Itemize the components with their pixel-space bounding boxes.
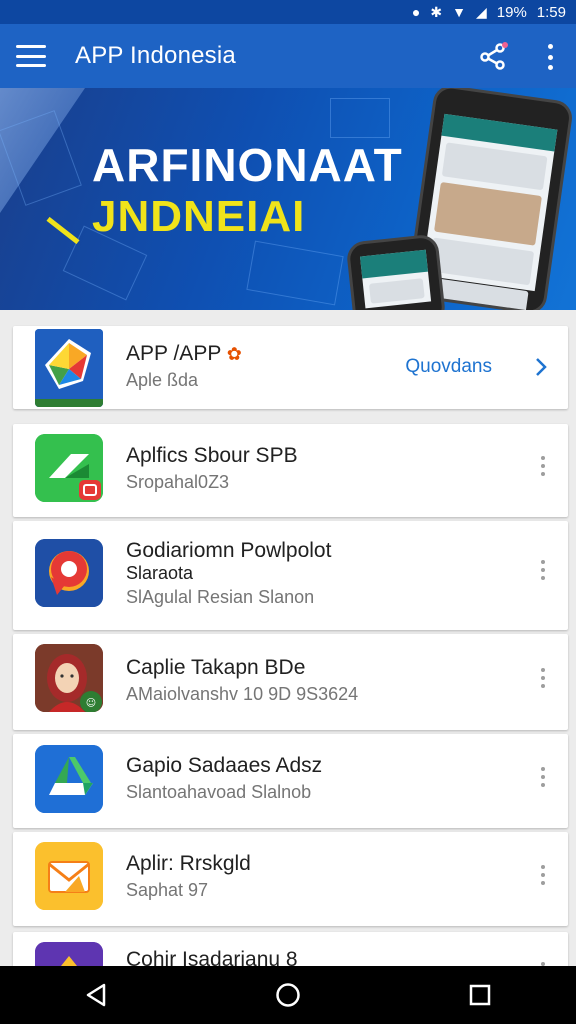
recents-icon[interactable] bbox=[460, 975, 500, 1015]
svg-text:☺: ☺ bbox=[86, 698, 96, 709]
item-menu-icon[interactable] bbox=[540, 767, 546, 787]
featured-action-link[interactable]: Quovdans bbox=[405, 356, 492, 378]
battery-level: 19% bbox=[496, 3, 527, 21]
featured-app-name: APP /APP ✿ bbox=[126, 342, 242, 365]
item-menu-icon[interactable] bbox=[540, 560, 546, 580]
app-name: Aplfics Sbour SPB bbox=[126, 444, 298, 467]
promo-banner[interactable]: ARFINONAAT JNDNEIAI bbox=[0, 88, 576, 310]
clock: 1:59 bbox=[536, 3, 566, 21]
list-item[interactable]: Gapio Sadaaes Adsz Slantoahavoad Slalnob bbox=[13, 734, 568, 828]
app-subtitle: SlAgulal Resian Slanon bbox=[126, 587, 315, 607]
chevron-right-icon[interactable] bbox=[534, 357, 548, 377]
system-nav-bar bbox=[0, 966, 576, 1024]
featured-app-subtitle: Aple ßda bbox=[126, 370, 199, 390]
list-item[interactable]: Godiariomn Powlpolot Slaraota SlAgulal R… bbox=[13, 521, 568, 630]
drive-icon bbox=[35, 745, 103, 813]
location-pin-icon bbox=[35, 539, 103, 607]
app-name: Caplie Takapn BDe bbox=[126, 656, 306, 679]
home-icon[interactable] bbox=[268, 975, 308, 1015]
flower-icon: ✿ bbox=[226, 344, 242, 364]
share-icon[interactable] bbox=[478, 42, 508, 70]
banner-decoration bbox=[46, 216, 80, 245]
sync-icon: ● bbox=[411, 4, 421, 20]
list-item[interactable]: Aplfics Sbour SPB Sropahal0Z3 bbox=[13, 424, 568, 517]
signal-icon: ◢ bbox=[475, 4, 487, 20]
app-name: Gapio Sadaaes Adsz bbox=[126, 754, 323, 777]
menu-icon[interactable] bbox=[16, 45, 46, 67]
app-subtitle: Sropahal0Z3 bbox=[126, 472, 230, 492]
banner-decoration bbox=[246, 240, 344, 306]
item-menu-icon[interactable] bbox=[540, 865, 546, 885]
status-bar: ● ✱ ▼ ◢ 19% 1:59 bbox=[0, 0, 576, 24]
app-logo-icon bbox=[35, 329, 103, 407]
banner-decoration bbox=[330, 98, 390, 138]
bluetooth-icon: ✱ bbox=[430, 4, 443, 20]
app-name-line2: Slaraota bbox=[126, 563, 194, 583]
wifi-icon: ▼ bbox=[452, 4, 466, 20]
item-menu-icon[interactable] bbox=[540, 456, 546, 476]
app-subtitle: AMaiolvanshv 10 9D 9S3624 bbox=[126, 684, 359, 704]
item-menu-icon[interactable] bbox=[540, 668, 546, 688]
banner-headline: ARFINONAAT bbox=[92, 139, 403, 191]
overflow-menu-icon[interactable] bbox=[544, 44, 556, 70]
phone-illustration bbox=[345, 233, 447, 310]
app-subtitle: Slantoahavoad Slalnob bbox=[126, 782, 312, 802]
back-icon[interactable] bbox=[76, 975, 116, 1015]
list-item[interactable]: ☺ Caplie Takapn BDe AMaiolvanshv 10 9D 9… bbox=[13, 634, 568, 730]
featured-app-card[interactable]: APP /APP ✿ Aple ßda Quovdans bbox=[13, 326, 568, 409]
app-bar: APP Indonesia bbox=[0, 24, 576, 88]
avatar-icon: ☺ bbox=[35, 644, 103, 712]
list-item[interactable]: Aplir: Rrskgld Saphat 97 bbox=[13, 832, 568, 926]
banner-subheadline: JNDNEIAI bbox=[92, 192, 306, 241]
app-subtitle: Saphat 97 bbox=[126, 880, 209, 900]
app-name: Aplir: Rrskgld bbox=[126, 852, 251, 875]
app-title: APP Indonesia bbox=[75, 42, 236, 69]
envelope-icon bbox=[35, 842, 103, 910]
green-share-icon bbox=[35, 434, 103, 502]
app-name: Godiariomn Powlpolot bbox=[126, 539, 332, 562]
